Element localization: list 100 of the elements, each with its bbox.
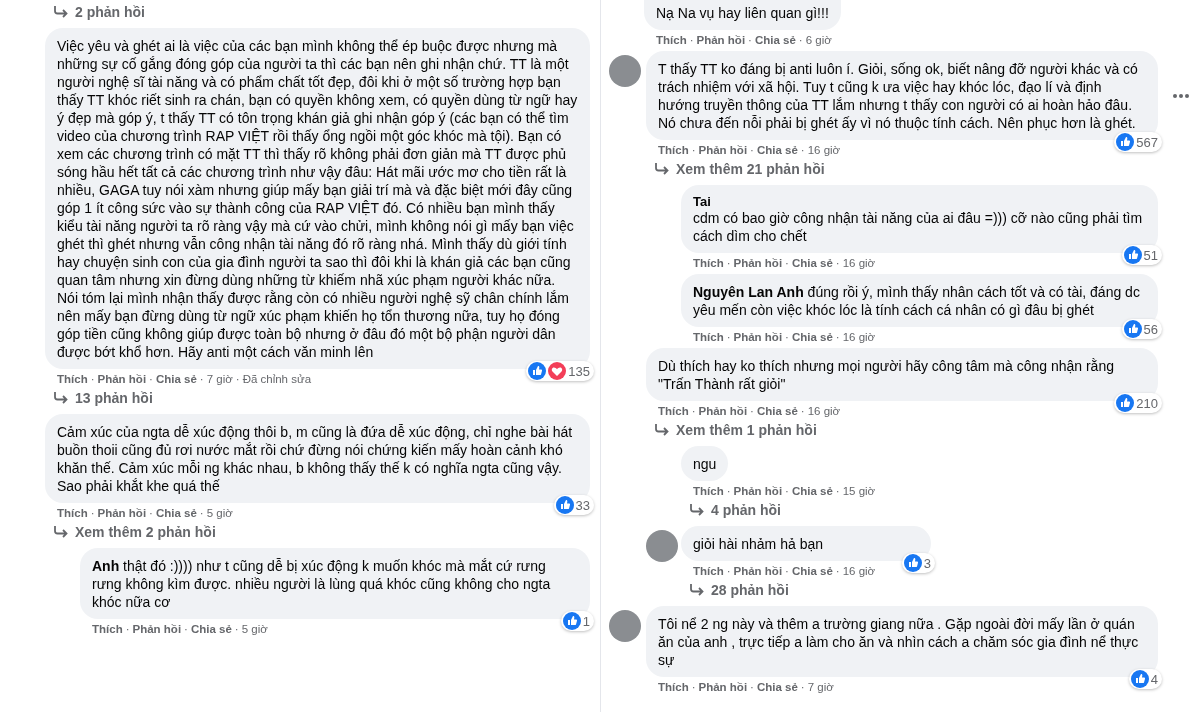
dot-separator: · (835, 331, 840, 343)
reply-arrow-icon (689, 583, 705, 597)
comment-text: Anh thật đó :)))) như t cũng dễ bị xúc động k muốn khóc mà mắt cứ rưng rưng không kìm được. nhiều người là lùng quá khóc cũng không cho ngta khóc nữa cơ (92, 557, 552, 611)
timestamp[interactable]: 16 giờ (842, 331, 876, 343)
view-replies-link[interactable]: 2 phản hồi (53, 4, 145, 20)
avatar[interactable] (609, 610, 641, 642)
dot-separator: · (726, 257, 731, 269)
action-link[interactable]: Phản hồi (698, 144, 748, 156)
action-link[interactable]: Phản hồi (733, 331, 783, 343)
timestamp[interactable]: 6 giờ (805, 34, 832, 46)
comment-text: ngu (693, 455, 717, 473)
action-link[interactable]: Phản hồi (733, 485, 783, 497)
view-replies-link[interactable]: Xem thêm 2 phản hồi (53, 524, 216, 540)
action-link[interactable]: Thích (658, 144, 689, 156)
like-icon (1116, 394, 1135, 412)
action-link[interactable]: Chia sẻ (155, 373, 197, 385)
reaction-count: 1 (582, 613, 590, 629)
view-replies-link[interactable]: 28 phản hồi (689, 582, 789, 598)
action-link[interactable]: Chia sẻ (791, 257, 833, 269)
action-link[interactable]: Phản hồi (696, 34, 746, 46)
view-replies-link[interactable]: Xem thêm 21 phản hồi (654, 161, 825, 177)
dot-separator: · (800, 144, 805, 156)
action-link[interactable]: Thích (693, 485, 724, 497)
comment-text: Nạ Na vụ hay liên quan gì!!! (656, 4, 829, 22)
timestamp[interactable]: 16 giờ (807, 144, 841, 156)
dot-separator: · (199, 507, 204, 519)
action-link[interactable]: Phản hồi (698, 681, 748, 693)
timestamp[interactable]: 7 giờ (807, 681, 834, 693)
avatar[interactable] (646, 530, 678, 562)
reply-arrow-icon (53, 5, 69, 19)
timestamp[interactable]: 16 giờ (842, 257, 876, 269)
view-replies-link[interactable]: Xem thêm 1 phản hồi (654, 422, 817, 438)
action-link[interactable]: Chia sẻ (754, 34, 796, 46)
comment-text: Cảm xúc của ngta dễ xúc động thôi b, m cũng là đứa dễ xúc động, chỉ nghe bài hát buồn thoii cũng đủ rơi nước mắt rồi chứ đừng nói chứng kiến mấy hoàn cảnh khó khăn thế. Cảm xúc mỗi ng khác nhau, b không thấy thế k có nghĩa ngta cũng vậy. Sao phải khắt khe quá thế (57, 423, 574, 495)
reaction-badge[interactable]: 33 (553, 495, 594, 515)
like-icon (903, 554, 922, 572)
action-link[interactable]: Chia sẻ (791, 565, 833, 577)
action-link[interactable]: Thích (92, 623, 123, 635)
reaction-count: 33 (575, 497, 590, 513)
action-link[interactable]: Thích (658, 405, 689, 417)
action-link[interactable]: Thích (693, 331, 724, 343)
comment-text: T thấy TT ko đáng bị anti luôn í. Giỏi, sống ok, biết nâng đỡ người khác và có trách nhiệm với xã hội. Tuy t cũng k ưa việc hay khóc lóc, đạo lí và định hướng truyền thông của TT lắm nhưng t thấy con người có ai hoàn hảo đâu. Nó chưa đến nỗi phải bị ghét ấy vì nó thuộc tính cách. Nên phục hơn là ghét. (658, 60, 1139, 132)
action-link[interactable]: Phản hồi (97, 507, 147, 519)
action-link[interactable]: Chia sẻ (155, 507, 197, 519)
reaction-count: 567 (1136, 134, 1158, 150)
reply-arrow-icon (53, 525, 69, 539)
reaction-badge[interactable]: 210 (1114, 393, 1162, 413)
avatar[interactable] (609, 55, 641, 87)
dot-separator: · (835, 485, 840, 497)
reaction-badge[interactable]: 1 (560, 611, 594, 631)
dot-separator: · (785, 257, 789, 269)
action-link[interactable]: Phản hồi (698, 405, 748, 417)
action-link[interactable]: Thích (693, 257, 724, 269)
dot-separator: · (199, 373, 204, 385)
reaction-badge[interactable]: 51 (1121, 245, 1162, 265)
dot-separator: · (149, 373, 153, 385)
action-link[interactable]: Chia sẻ (756, 144, 798, 156)
view-replies-link[interactable]: 13 phản hồi (53, 390, 153, 406)
reaction-badge[interactable]: 3 (901, 553, 935, 573)
dot-separator: · (691, 144, 696, 156)
timestamp[interactable]: 5 giờ (241, 623, 268, 635)
action-link[interactable]: Chia sẻ (791, 485, 833, 497)
timestamp[interactable]: 15 giờ (842, 485, 876, 497)
reaction-badge[interactable]: 4 (1128, 669, 1162, 689)
dot-separator: · (234, 623, 239, 635)
reaction-count: 135 (568, 363, 590, 379)
reaction-badge[interactable]: 567 (1114, 132, 1162, 152)
action-link[interactable]: Chia sẻ (190, 623, 232, 635)
action-link[interactable]: Chia sẻ (756, 681, 798, 693)
dot-separator: · (149, 507, 153, 519)
comment-text: Việc yêu và ghét ai là việc của các bạn mình không thể ép buộc được nhưng mà những sự cố gắng đóng góp của người ta thì các bạn nên ghi nhận chứ. TT là một người nghệ sĩ tài năng và có phẩm chất tốt đẹp, đôi khi ở một số trường hợp bạn thấy TT khóc riết sinh ra chán, bạn có quyền không xem, có quyền dùng từ ngữ hay ý đẹp mà góp ý, t thấy TT có tôn trọng khán giả ghi nhận góp ý (các bạn có thể tìm video của chương trình RAP VIỆT rồi thấy ổng ngồi một góc khóc mà tội). Bạn có xem các chương trình có mặt TT thì thấy rõ không phải đơn giản mà TT được phủ sóng hầu hết tất cả các chương trình như vậy đâu: Hát mãi ước mơ cho tiền rất là nhiều, GAGA tuy nói xàm nhưng giúp mấy bạn giải trí mà và đặc biệt mới đây cũng góp 1 ít công sức vào sự thành công của RAP VIỆT đó. Có nhiều bạn mình thấy kiểu tài năng người ta rõ ràng vậy mà cứ vào chửi, mình không nói gì mấy bạn việc ghét thì ghét nhưng vẫn công nhận tài năng đó rõ ràng nhá. Mình thấy dù giới tính hay chuyện sinh con của gia đình người ta sao thì đôi khi là khán giả các bạn cũng quan tâm nhưng xin đừng dùng những từ khiếm nhã xúc phạm người khác nữa. Nói tóm lại mình nhận thấy được rằng còn có nhiều người nghệ sỹ chân chính lắm nên mấy bạn đừng dùng từ ngữ xúc phạm khiến họ tổn thương nữa, tuy họ đóng góp tiền cũng không giúp được toàn bộ nhưng ở đâu đó một bộ phận người dân được bớt khổ hơn. Hãy anti một cách văn minh lên (57, 37, 578, 361)
reaction-badge[interactable]: 56 (1121, 319, 1162, 339)
action-link[interactable]: Phản hồi (97, 373, 147, 385)
commenter-name[interactable]: Tai (693, 194, 1146, 209)
action-link[interactable]: Phản hồi (733, 565, 783, 577)
comment-text: Nguyên Lan Anh đúng rồi ý, mình thấy nhân cách tốt và có tài, đáng dc yêu mến còn việc khóc lóc là tính cách cá nhân có gì đâu bị ghét (693, 283, 1141, 319)
action-link[interactable]: Chia sẻ (756, 405, 798, 417)
action-link[interactable]: Chia sẻ (791, 331, 833, 343)
timestamp[interactable]: 16 giờ (807, 405, 841, 417)
action-link[interactable]: Thích (658, 681, 689, 693)
dot-separator: · (800, 681, 805, 693)
comment-text: Dù thích hay ko thích nhưng mọi người hãy công tâm mà công nhận rằng "Trấn Thành rất giỏi" (658, 357, 1115, 393)
like-icon (1116, 133, 1135, 151)
reaction-count: 4 (1150, 671, 1158, 687)
view-replies-link[interactable]: 4 phản hồi (689, 502, 781, 518)
reaction-badge[interactable]: 135 (526, 361, 594, 381)
action-link[interactable]: Thích (57, 373, 88, 385)
action-link[interactable]: Thích (57, 507, 88, 519)
reaction-count: 210 (1136, 395, 1158, 411)
action-link[interactable]: Thích (656, 34, 687, 46)
action-link[interactable]: Phản hồi (733, 257, 783, 269)
reaction-count: 3 (923, 555, 931, 571)
timestamp[interactable]: 7 giờ (206, 373, 233, 385)
action-link[interactable]: Thích (693, 565, 724, 577)
dot-separator: · (798, 34, 803, 46)
timestamp[interactable]: 16 giờ (842, 565, 876, 577)
timestamp[interactable]: 5 giờ (206, 507, 233, 519)
edited-label: Đã chỉnh sửa (242, 373, 312, 385)
like-icon (555, 496, 574, 514)
action-link[interactable]: Phản hồi (132, 623, 182, 635)
